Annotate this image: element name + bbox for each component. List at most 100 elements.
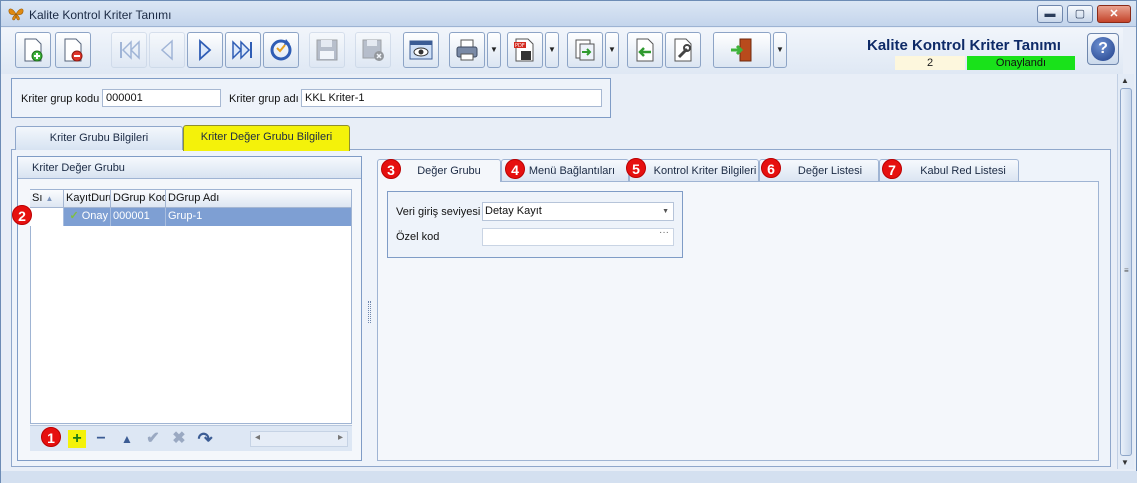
row-name-cell[interactable]: Grup-1 xyxy=(166,208,351,226)
column-header-order[interactable]: Sı ▲ xyxy=(30,190,64,207)
first-record-button[interactable] xyxy=(111,32,147,68)
add-row-icon[interactable]: + xyxy=(68,430,86,448)
minimize-button[interactable]: ▬ xyxy=(1037,5,1063,23)
marker-7: 7 xyxy=(882,159,902,179)
cancel-edit-icon[interactable]: ✖ xyxy=(170,430,188,448)
exit-button[interactable] xyxy=(713,32,771,68)
grid-header: Sı ▲ KayıtDuru DGrup Kod DGrup Adı xyxy=(30,190,351,208)
delete-record-button[interactable] xyxy=(55,32,91,68)
move-up-icon[interactable]: ▲ xyxy=(118,430,136,448)
marker-4: 4 xyxy=(505,159,525,179)
tools-button[interactable] xyxy=(665,32,701,68)
tab-criteria-group-info[interactable]: Kriter Grubu Bilgileri xyxy=(15,126,183,150)
scroll-right-icon[interactable]: ▸ xyxy=(338,432,343,443)
record-count: 2 xyxy=(895,56,965,70)
tab-value-group-info[interactable]: Kriter Değer Grubu Bilgileri xyxy=(183,125,350,151)
scroll-up-icon[interactable]: ▲ xyxy=(1121,76,1129,85)
close-button[interactable]: ✕ xyxy=(1097,5,1131,23)
remove-row-icon[interactable]: − xyxy=(92,430,110,448)
new-record-button[interactable] xyxy=(15,32,51,68)
status-bar xyxy=(1,471,1137,483)
first-record-icon xyxy=(120,40,140,60)
next-record-button[interactable] xyxy=(187,32,223,68)
pdf-export-icon: PDF xyxy=(514,38,534,62)
row-order-cell[interactable] xyxy=(30,208,64,226)
special-code-label: Özel kod xyxy=(396,231,440,243)
pdf-dropdown-icon[interactable]: ▼ xyxy=(545,32,559,68)
print-dropdown-icon[interactable]: ▼ xyxy=(487,32,501,68)
row-status-cell[interactable]: ✓ Onay xyxy=(64,208,111,226)
column-header-status[interactable]: KayıtDuru xyxy=(64,190,111,207)
marker-3: 3 xyxy=(381,159,401,179)
panel-splitter[interactable] xyxy=(368,301,371,323)
criteria-name-field[interactable]: KKL Kriter-1 xyxy=(301,89,602,107)
last-record-button[interactable] xyxy=(225,32,261,68)
save-button[interactable] xyxy=(309,32,345,68)
sort-ascending-icon: ▲ xyxy=(45,194,54,203)
marker-5: 5 xyxy=(626,158,646,178)
entry-level-select[interactable]: Detay Kayıt ▼ xyxy=(482,202,674,221)
scroll-down-icon[interactable]: ▼ xyxy=(1121,458,1129,467)
previous-record-button[interactable] xyxy=(149,32,185,68)
navigator-scrollbar[interactable]: ◂ ▸ xyxy=(250,431,348,447)
status-badge: Onaylandı xyxy=(967,56,1075,70)
criteria-code-field[interactable]: 000001 xyxy=(102,89,221,107)
tools-icon xyxy=(674,38,692,62)
title-bar: Kalite Kontrol Kriter Tanımı ▬ ▢ ✕ xyxy=(1,1,1136,27)
new-document-icon xyxy=(24,38,43,62)
preview-button[interactable] xyxy=(403,32,439,68)
delete-document-icon xyxy=(64,38,83,62)
column-header-name[interactable]: DGrup Adı xyxy=(166,190,351,207)
ellipsis-icon[interactable]: ··· xyxy=(659,227,669,238)
import-button[interactable] xyxy=(627,32,663,68)
column-header-code[interactable]: DGrup Kod xyxy=(111,190,166,207)
confirm-edit-icon[interactable]: ✔ xyxy=(144,430,162,448)
column-header-order-label: Sı xyxy=(32,192,43,204)
main-window: Kalite Kontrol Kriter Tanımı ▬ ▢ ✕ ▼ PDF… xyxy=(0,0,1137,483)
special-code-field[interactable]: ··· xyxy=(482,227,674,246)
save-cancel-button[interactable] xyxy=(355,32,391,68)
tab-control-criteria-info[interactable]: Kontrol Kriter Bilgileri xyxy=(629,159,759,181)
exit-dropdown-icon[interactable]: ▼ xyxy=(773,32,787,68)
vertical-scrollbar[interactable]: ▲ ≡ ▼ xyxy=(1117,74,1134,469)
export-dropdown-icon[interactable]: ▼ xyxy=(605,32,619,68)
pdf-export-button[interactable]: PDF xyxy=(507,32,543,68)
page-title: Kalite Kontrol Kriter Tanımı xyxy=(867,37,1061,54)
chevron-down-icon[interactable]: ▼ xyxy=(662,203,669,220)
maximize-button[interactable]: ▢ xyxy=(1067,5,1093,23)
last-record-icon xyxy=(232,40,252,60)
save-cancel-icon xyxy=(362,39,384,61)
previous-record-icon xyxy=(160,39,173,61)
marker-1: 1 xyxy=(41,427,61,447)
scroll-left-icon[interactable]: ◂ xyxy=(255,432,260,443)
criteria-name-label: Kriter grup adı xyxy=(229,93,299,105)
row-code-cell[interactable]: 000001 xyxy=(111,208,166,226)
help-button[interactable]: ? xyxy=(1087,33,1119,65)
scroll-thumb[interactable]: ≡ xyxy=(1120,88,1132,456)
refresh-button[interactable] xyxy=(263,32,299,68)
marker-6: 6 xyxy=(761,158,781,178)
entry-level-value: Detay Kayıt xyxy=(485,205,542,217)
svg-text:PDF: PDF xyxy=(515,43,525,49)
save-icon xyxy=(316,39,338,61)
criteria-code-label: Kriter grup kodu xyxy=(21,93,100,105)
check-icon: ✓ xyxy=(69,210,79,222)
print-icon xyxy=(456,39,478,61)
window-title: Kalite Kontrol Kriter Tanımı xyxy=(29,8,172,22)
exit-icon xyxy=(731,38,752,62)
import-icon xyxy=(636,38,654,62)
print-button[interactable] xyxy=(449,32,485,68)
preview-icon xyxy=(409,40,433,60)
grid-navigator: + − ▲ ✔ ✖ ↷ ◂ ▸ xyxy=(30,425,352,451)
refresh-icon xyxy=(270,39,292,61)
butterfly-icon xyxy=(8,7,24,21)
next-record-icon xyxy=(199,38,212,62)
entry-level-label: Veri giriş seviyesi xyxy=(396,206,481,218)
help-icon: ? xyxy=(1091,37,1115,61)
grip-icon: ≡ xyxy=(1124,266,1129,275)
table-row[interactable]: ✓ Onay 000001 Grup-1 xyxy=(30,208,351,226)
value-group-title: Kriter Değer Grubu xyxy=(18,157,361,179)
marker-2: 2 xyxy=(12,205,32,225)
export-button[interactable] xyxy=(567,32,603,68)
redo-icon[interactable]: ↷ xyxy=(196,430,214,448)
